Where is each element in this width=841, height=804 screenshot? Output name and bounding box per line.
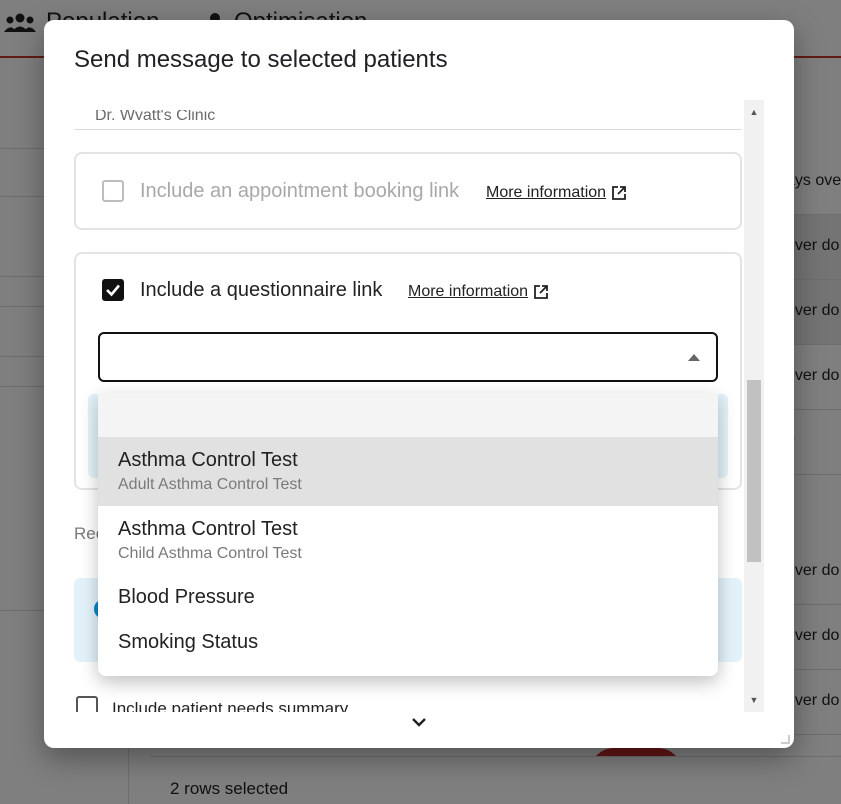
dropdown-option-empty[interactable] bbox=[98, 393, 718, 437]
dialog-scrollbar[interactable]: ▲ ▼ bbox=[744, 100, 764, 712]
needs-summary-label: Include patient needs summary bbox=[112, 699, 349, 712]
questionnaire-dropdown-menu: Asthma Control Test Adult Asthma Control… bbox=[98, 393, 718, 676]
dropdown-option-adult-act[interactable]: Asthma Control Test Adult Asthma Control… bbox=[98, 437, 718, 506]
option-title: Asthma Control Test bbox=[118, 449, 298, 471]
option-title: Blood Pressure bbox=[118, 586, 255, 608]
dropdown-option-smoking-status[interactable]: Smoking Status bbox=[98, 620, 718, 665]
option-subtitle: Child Asthma Control Test bbox=[118, 545, 302, 562]
questionnaire-select[interactable] bbox=[98, 332, 718, 382]
dropdown-option-blood-pressure[interactable]: Blood Pressure bbox=[98, 575, 718, 620]
booking-more-info-text: More information bbox=[486, 184, 607, 201]
clinic-field-value: Dr. Wyatt's Clinic bbox=[95, 110, 216, 120]
scrollbar-thumb[interactable] bbox=[747, 380, 761, 562]
option-title: Asthma Control Test bbox=[118, 518, 298, 540]
questionnaire-more-info-link[interactable]: More information bbox=[408, 283, 548, 301]
needs-summary-checkbox[interactable] bbox=[76, 696, 98, 712]
needs-summary-row: Include patient needs summary bbox=[74, 696, 734, 712]
clinic-field[interactable]: Dr. Wyatt's Clinic bbox=[74, 100, 742, 130]
resize-handle-icon[interactable] bbox=[780, 734, 790, 744]
booking-more-info-link[interactable]: More information bbox=[486, 184, 626, 202]
dialog-title: Send message to selected patients bbox=[74, 46, 448, 73]
questionnaire-link-label: Include a questionnaire link bbox=[140, 279, 383, 301]
option-title: Smoking Status bbox=[118, 631, 259, 653]
chevron-down-icon[interactable] bbox=[410, 716, 428, 728]
questionnaire-link-checkbox[interactable] bbox=[102, 279, 124, 301]
booking-link-checkbox[interactable] bbox=[102, 180, 124, 202]
booking-link-label: Include an appointment booking link bbox=[140, 180, 460, 202]
checkmark-icon bbox=[106, 284, 120, 297]
external-link-icon bbox=[612, 186, 626, 200]
recipients-label: Recipients bbox=[74, 524, 99, 543]
external-link-icon bbox=[534, 285, 548, 299]
questionnaire-more-info-text: More information bbox=[408, 283, 529, 300]
dropdown-option-child-act[interactable]: Asthma Control Test Child Asthma Control… bbox=[98, 506, 718, 575]
scroll-down-arrow-icon[interactable]: ▼ bbox=[744, 690, 764, 710]
caret-up-icon[interactable] bbox=[688, 354, 700, 361]
option-subtitle: Adult Asthma Control Test bbox=[118, 476, 302, 493]
scroll-up-arrow-icon[interactable]: ▲ bbox=[744, 102, 764, 122]
booking-link-card: Include an appointment booking link More… bbox=[74, 152, 742, 230]
